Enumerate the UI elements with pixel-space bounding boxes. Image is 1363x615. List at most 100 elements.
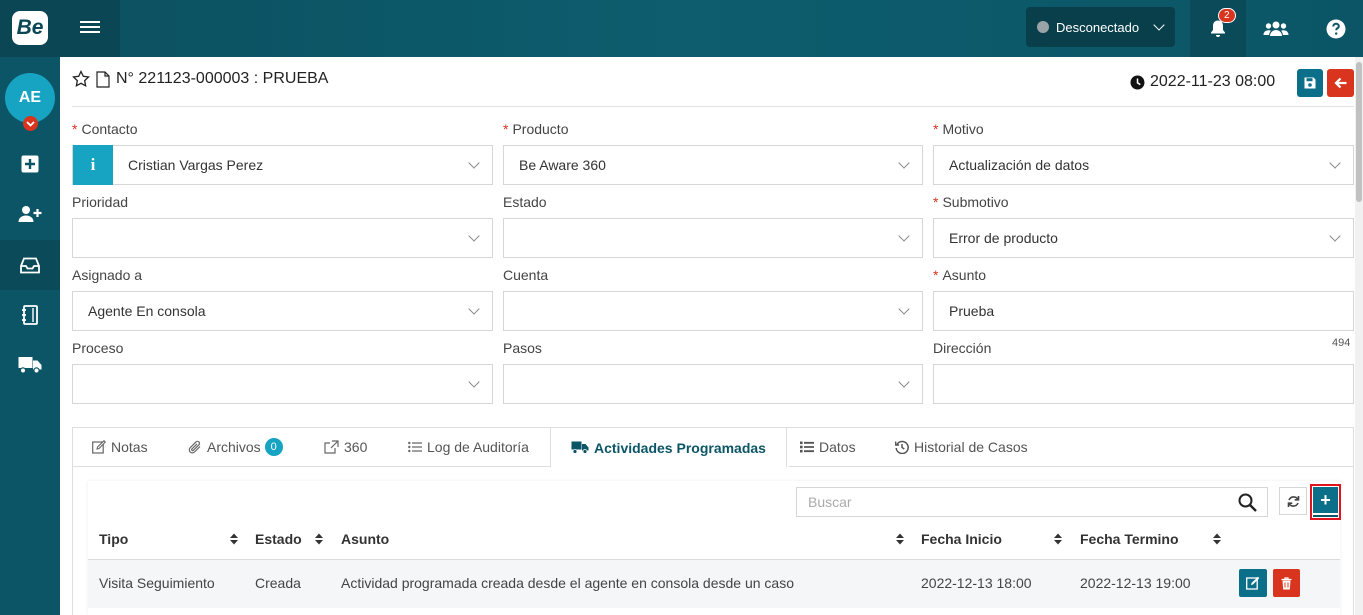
- menu-toggle-icon[interactable]: [80, 18, 100, 38]
- direccion-input[interactable]: [933, 364, 1354, 404]
- submotivo-value: Error de producto: [949, 230, 1058, 246]
- tab-actividades-programadas[interactable]: Actividades Programadas: [550, 428, 787, 467]
- save-button[interactable]: [1297, 69, 1323, 97]
- contacto-label: * Contacto: [72, 121, 138, 137]
- proceso-label: Proceso: [72, 340, 124, 356]
- tab-log-auditoria[interactable]: Log de Auditoría: [408, 428, 529, 466]
- column-header-estado[interactable]: Estado: [255, 531, 302, 547]
- sort-icon[interactable]: [895, 532, 905, 546]
- chevron-down-icon: [468, 303, 480, 315]
- asignado-select[interactable]: Agente En consola: [72, 291, 493, 331]
- pasos-select[interactable]: [503, 364, 923, 404]
- proceso-select[interactable]: [72, 364, 493, 404]
- tab-historial-label: Historial de Casos: [914, 439, 1028, 455]
- tab-notas-label: Notas: [111, 439, 148, 455]
- sidebar-item-logistics[interactable]: [0, 340, 60, 390]
- asunto-input[interactable]: Prueba: [933, 291, 1354, 331]
- archivos-count-badge: 0: [264, 438, 283, 456]
- truck-icon: [571, 441, 589, 454]
- submotivo-label: * Submotivo: [933, 194, 1009, 210]
- help-button[interactable]: [1308, 0, 1363, 57]
- estado-select[interactable]: [503, 218, 923, 258]
- sort-icon[interactable]: [229, 532, 239, 546]
- floppy-disk-icon: [1304, 77, 1316, 89]
- info-icon[interactable]: i: [73, 145, 113, 185]
- producto-value: Be Aware 360: [519, 157, 606, 173]
- history-icon: [895, 440, 909, 454]
- sort-icon[interactable]: [314, 532, 324, 546]
- question-circle-icon: [1326, 19, 1346, 38]
- asunto-label: * Asunto: [933, 267, 987, 283]
- sort-icon[interactable]: [1053, 532, 1063, 546]
- status-dot-icon: [1037, 21, 1049, 33]
- chevron-down-icon: [1329, 230, 1341, 242]
- back-button[interactable]: [1327, 69, 1354, 97]
- cuenta-select[interactable]: [503, 291, 923, 331]
- producto-label: * Producto: [503, 121, 569, 137]
- sort-icon[interactable]: [1212, 532, 1222, 546]
- star-icon[interactable]: [72, 70, 90, 88]
- chevron-down-icon: [898, 157, 910, 169]
- tab-archivos-label: Archivos: [207, 439, 261, 455]
- search-icon[interactable]: [1238, 493, 1257, 515]
- cell-fecha-termino: 2022-12-13 19:00: [1080, 575, 1191, 591]
- estado-label: Estado: [503, 194, 547, 210]
- sidebar-item-inbox[interactable]: [0, 240, 60, 290]
- add-button-underline: [1313, 515, 1338, 517]
- plus-square-icon: [21, 155, 39, 173]
- vertical-scrollbar[interactable]: [1355, 57, 1363, 615]
- datetime-value: 2022-11-23 08:00: [1150, 73, 1276, 90]
- tab-datos-label: Datos: [819, 439, 856, 455]
- chevron-down-icon: [1329, 157, 1341, 169]
- tab-divider: [72, 466, 550, 467]
- motivo-value: Actualización de datos: [949, 157, 1090, 173]
- column-header-fecha-termino[interactable]: Fecha Termino: [1080, 531, 1179, 547]
- inbox-icon: [20, 257, 40, 273]
- sidebar-item-add-contact[interactable]: [0, 189, 60, 239]
- add-activity-button[interactable]: +: [1313, 487, 1338, 513]
- motivo-label: * Motivo: [933, 121, 984, 137]
- producto-select[interactable]: Be Aware 360: [503, 145, 923, 185]
- tab-notas[interactable]: Notas: [92, 428, 148, 466]
- document-icon: [96, 70, 110, 88]
- prioridad-select[interactable]: [72, 218, 493, 258]
- prioridad-label: Prioridad: [72, 194, 129, 210]
- contacto-select[interactable]: i Cristian Vargas Perez: [72, 145, 493, 185]
- cell-fecha-inicio: 2022-12-13 18:00: [921, 575, 1032, 591]
- tab-datos[interactable]: Datos: [800, 428, 856, 466]
- column-header-tipo[interactable]: Tipo: [99, 531, 128, 547]
- team-button[interactable]: [1248, 0, 1304, 57]
- notifications-button[interactable]: 2: [1190, 0, 1246, 57]
- truck-icon: [18, 357, 42, 374]
- list-icon: [408, 441, 422, 453]
- avatar-status-icon[interactable]: [23, 116, 38, 131]
- delete-activity-button[interactable]: [1273, 569, 1300, 597]
- refresh-button[interactable]: [1279, 487, 1307, 515]
- notebook-icon: [22, 305, 38, 325]
- column-header-asunto[interactable]: Asunto: [341, 531, 389, 547]
- search-placeholder: Buscar: [808, 494, 852, 510]
- search-input[interactable]: Buscar: [796, 487, 1268, 517]
- chevron-down-icon: [898, 230, 910, 242]
- agent-status-dropdown[interactable]: Desconectado: [1026, 7, 1175, 47]
- cuenta-label: Cuenta: [503, 267, 549, 283]
- tab-historial-casos[interactable]: Historial de Casos: [895, 428, 1028, 466]
- column-header-fecha-inicio[interactable]: Fecha Inicio: [921, 531, 1002, 547]
- app-logo[interactable]: Be: [12, 11, 48, 45]
- sidebar-item-notebook[interactable]: [0, 290, 60, 340]
- tab-archivos[interactable]: Archivos 0: [188, 428, 283, 466]
- tab-360[interactable]: 360: [324, 428, 367, 466]
- status-label: Desconectado: [1056, 19, 1140, 35]
- motivo-select[interactable]: Actualización de datos: [933, 145, 1354, 185]
- contacto-value: Cristian Vargas Perez: [128, 157, 264, 173]
- arrow-left-icon: [1334, 77, 1347, 89]
- scroll-thumb[interactable]: [1356, 62, 1362, 202]
- chevron-down-icon: [468, 230, 480, 242]
- submotivo-select[interactable]: Error de producto: [933, 218, 1354, 258]
- sidebar-item-new-case[interactable]: [0, 139, 60, 189]
- edit-activity-button[interactable]: [1239, 569, 1267, 597]
- notification-count-badge: 2: [1218, 8, 1236, 23]
- chevron-down-icon: [468, 157, 480, 169]
- direccion-label: Dirección: [933, 340, 992, 356]
- tab-360-label: 360: [344, 439, 368, 455]
